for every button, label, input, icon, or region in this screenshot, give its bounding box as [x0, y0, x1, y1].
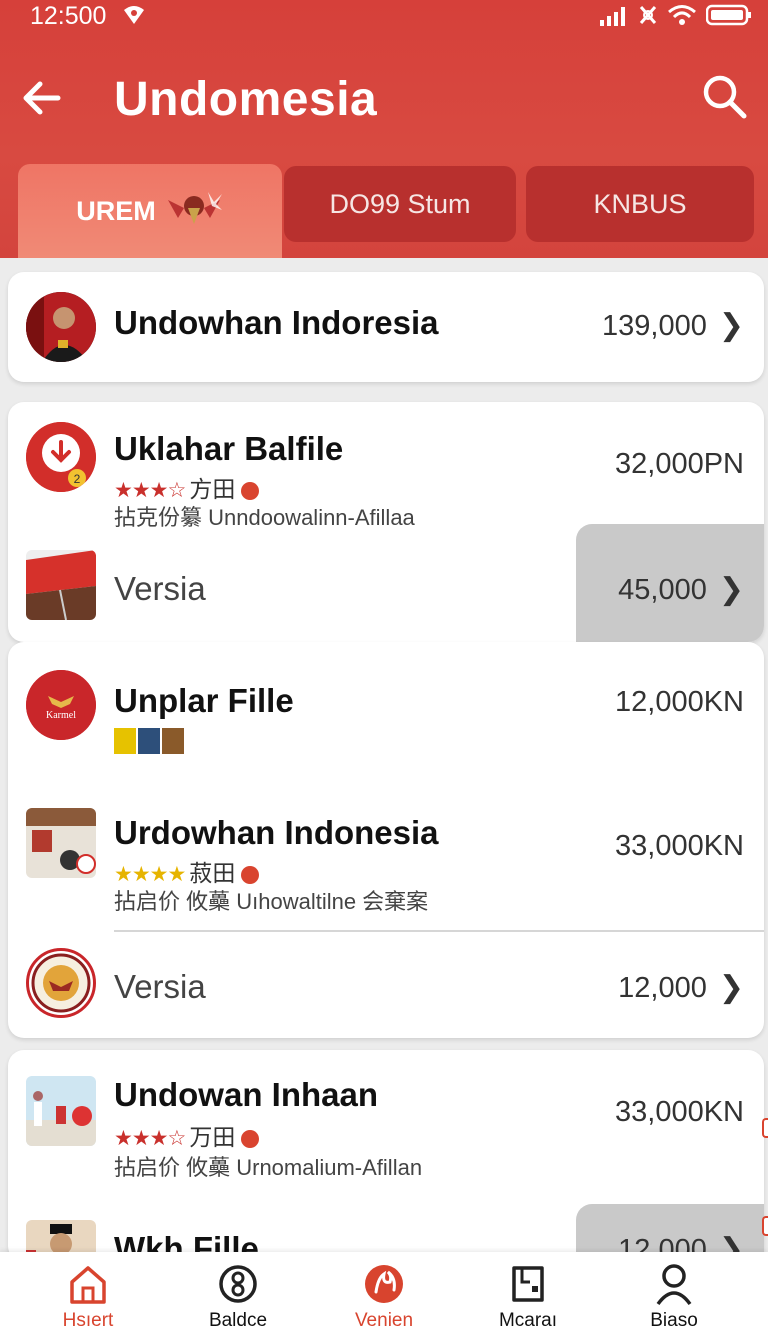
- nav-profile[interactable]: Biaso: [614, 1252, 734, 1344]
- nav-home[interactable]: Hsıert: [28, 1252, 148, 1344]
- rating-extra: 菽田: [189, 860, 236, 886]
- info-dot-icon: [241, 482, 260, 501]
- edge-indicator: [762, 1118, 768, 1138]
- flag-strip: [114, 728, 184, 754]
- svg-text:2: 2: [74, 472, 81, 486]
- back-arrow-icon: [23, 81, 61, 115]
- avatar: [26, 292, 96, 362]
- seal-logo: [26, 948, 96, 1018]
- chevron-right-icon: ❯: [718, 573, 744, 606]
- item-price: 45,000 ❯: [618, 572, 744, 607]
- list-card: Undowan Inhaan ★★★☆ 万田 拈启价 攸蘽 Urnomalium-…: [8, 1050, 764, 1262]
- tab-do99-stum[interactable]: DO99 Stum: [284, 166, 516, 242]
- nav-label: Venien: [354, 1310, 414, 1331]
- rating-extra: 万田: [189, 1124, 236, 1150]
- list-item[interactable]: Urdowhan Indonesia ★★★★ 菽田 拈启价 攸蘽 Uıhowal…: [8, 792, 764, 932]
- list-item[interactable]: Versia 45,000 ❯: [8, 526, 764, 642]
- network-icon: [638, 4, 658, 33]
- battery-icon: [705, 4, 752, 33]
- event-thumbnail: [26, 1076, 96, 1146]
- list-item[interactable]: Karmel Unplar Fille 12,000KN: [8, 642, 764, 774]
- edge-indicator: [762, 1216, 768, 1236]
- chevron-right-icon: ❯: [718, 309, 744, 342]
- item-price: 33,000KN: [615, 830, 744, 862]
- location-icon: [122, 4, 146, 33]
- item-title: Unplar Fille: [114, 682, 294, 719]
- info-dot-icon: [241, 866, 260, 885]
- item-subtitle: 拈启价 攸蘽 Uıhowaltilne 会棄案: [114, 889, 429, 914]
- item-title: Undowan Inhaan: [114, 1076, 378, 1113]
- search-button[interactable]: [700, 72, 750, 122]
- chevron-right-icon: ❯: [718, 971, 744, 1004]
- tab-knbus[interactable]: KNBUS: [526, 166, 754, 242]
- item-title: Urdowhan Indonesia: [114, 814, 439, 851]
- flag-thumbnail: [26, 550, 96, 620]
- list-item[interactable]: 2 Uklahar Balfile ★★★☆ 方田 拈克份纂 Unndoowali…: [8, 402, 764, 530]
- document-icon: [512, 1266, 544, 1302]
- list-card: Undowhan Indoresia 139,000 ❯: [8, 272, 764, 382]
- list-card: Karmel Unplar Fille 12,000KN Urdowhan In…: [8, 642, 764, 1038]
- status-time: 12:500: [30, 2, 107, 30]
- tab-bar: UREM DO99 Stum KNBUS: [18, 164, 754, 258]
- page-title: Undomesia: [114, 73, 378, 126]
- tab-label: DO99 Stum: [329, 188, 471, 219]
- garuda-emblem-icon: [164, 188, 224, 235]
- nav-label: Hsıert: [62, 1310, 114, 1331]
- app-header: 12:500 Undomesia UREM DO99 Stum KNBUS: [0, 0, 768, 258]
- person-icon: [656, 1264, 692, 1306]
- status-bar: 12:500: [0, 0, 768, 34]
- rating-stars: ★★★☆ 方田: [114, 470, 260, 504]
- flame-icon: [365, 1265, 403, 1303]
- brand-logo: Karmel: [26, 670, 96, 740]
- signal-icon: [600, 5, 628, 33]
- price-value: 12,000: [618, 972, 707, 1004]
- nav-balance[interactable]: Baldce: [178, 1252, 298, 1344]
- item-price: 139,000 ❯: [602, 308, 744, 343]
- item-title: Versia: [114, 570, 206, 607]
- nav-venien[interactable]: Venien: [324, 1252, 444, 1344]
- logo-text: Karmel: [46, 710, 76, 721]
- top-app-bar: Undomesia: [0, 60, 768, 140]
- search-icon: [703, 75, 747, 119]
- item-subtitle: 拈启价 攸蘽 Urnomalium-Afillan: [114, 1155, 423, 1180]
- back-button[interactable]: [18, 74, 66, 122]
- rating-stars: ★★★☆ 万田: [114, 1118, 260, 1152]
- item-price: 12,000 ❯: [618, 970, 744, 1005]
- price-value: 45,000: [618, 574, 707, 606]
- tab-label: KNBUS: [593, 188, 687, 219]
- list-item[interactable]: Versia 12,000 ❯: [8, 932, 764, 1038]
- item-title: Uklahar Balfile: [114, 430, 344, 467]
- store-thumbnail: [26, 808, 96, 878]
- list-card: 2 Uklahar Balfile ★★★☆ 方田 拈克份纂 Unndoowali…: [8, 402, 764, 642]
- item-title: Undowhan Indoresia: [114, 304, 439, 341]
- wifi-icon: [668, 4, 696, 33]
- flag-icon: [162, 728, 184, 754]
- flag-icon: [138, 728, 160, 754]
- flag-icon: [114, 728, 136, 754]
- nav-label: Baldce: [208, 1310, 268, 1331]
- item-price: 32,000PN: [615, 448, 744, 480]
- list-item[interactable]: Undowhan Indoresia 139,000 ❯: [8, 272, 764, 382]
- nav-label: Mcaraı: [498, 1310, 558, 1331]
- bottom-navigation: Hsıert Baldce Venien Mcaraı Biaso: [0, 1252, 768, 1344]
- home-icon: [70, 1266, 106, 1304]
- list-item[interactable]: Undowan Inhaan ★★★☆ 万田 拈启价 攸蘽 Urnomalium-…: [8, 1050, 764, 1200]
- price-value: 139,000: [602, 310, 707, 342]
- tab-urem[interactable]: UREM: [18, 164, 282, 258]
- item-price: 33,000KN: [615, 1096, 744, 1128]
- rating-stars: ★★★★ 菽田: [114, 854, 260, 888]
- badge-icon: [219, 1265, 257, 1303]
- item-price: 12,000KN: [615, 686, 744, 718]
- nav-mcarai[interactable]: Mcaraı: [468, 1252, 588, 1344]
- info-dot-icon: [241, 1130, 260, 1149]
- tab-label: UREM: [76, 195, 156, 226]
- rating-extra: 方田: [189, 476, 236, 502]
- item-title: Versia: [114, 968, 206, 1005]
- nav-label: Biaso: [650, 1310, 698, 1331]
- download-badge-icon: 2: [26, 422, 96, 492]
